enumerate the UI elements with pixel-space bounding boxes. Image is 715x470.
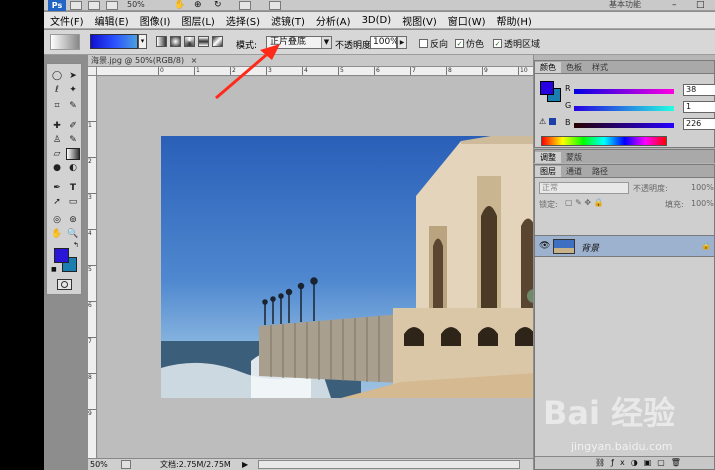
color-panel-fg-swatch[interactable]	[540, 81, 554, 95]
annotation-arrow	[215, 44, 280, 100]
